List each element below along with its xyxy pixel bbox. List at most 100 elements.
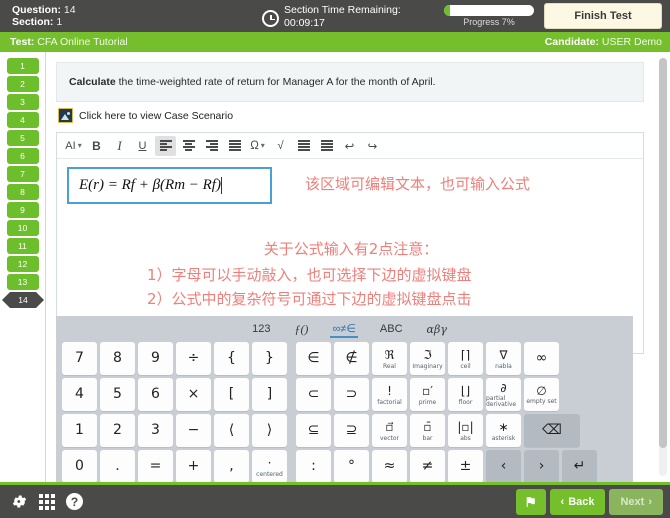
align-justify-button[interactable] bbox=[224, 136, 245, 156]
key-ceil[interactable]: ⌈⌉ ceil bbox=[448, 342, 483, 375]
key-angle-open[interactable]: ⟨ bbox=[214, 414, 249, 447]
key-subset[interactable]: ⊂ bbox=[296, 378, 331, 411]
tab-greek[interactable]: αβγ bbox=[425, 322, 449, 337]
finish-test-button[interactable]: Finish Test bbox=[544, 3, 662, 29]
sidebar-item-question-14[interactable]: 14 bbox=[2, 292, 44, 308]
key-partial-derivative[interactable]: ∂ partial derivative bbox=[486, 378, 521, 411]
key-9[interactable]: 9 bbox=[138, 342, 173, 375]
key-equals[interactable]: = bbox=[138, 450, 173, 482]
sidebar-item-question-7[interactable]: 7 bbox=[6, 166, 39, 182]
key-centered-dot[interactable]: · centered bbox=[252, 450, 287, 482]
key-prime[interactable]: ▫′ prime bbox=[410, 378, 445, 411]
key-bracket-open[interactable]: [ bbox=[214, 378, 249, 411]
key-brace-open[interactable]: { bbox=[214, 342, 249, 375]
sidebar-item-question-11[interactable]: 11 bbox=[6, 238, 39, 254]
key-comma[interactable]: , bbox=[214, 450, 249, 482]
key-backspace[interactable]: ⌫ bbox=[524, 414, 580, 447]
key-left-arrow[interactable]: ‹ bbox=[486, 450, 521, 482]
sidebar-item-question-9[interactable]: 9 bbox=[6, 202, 39, 218]
key-approx[interactable]: ≈ bbox=[372, 450, 407, 482]
gear-icon[interactable] bbox=[11, 493, 28, 510]
key-plus-minus[interactable]: ± bbox=[448, 450, 483, 482]
key-not-element-of[interactable]: ∉ bbox=[334, 342, 369, 375]
sidebar-item-question-12[interactable]: 12 bbox=[6, 256, 39, 272]
key-bar[interactable]: ▫̄ bar bbox=[410, 414, 445, 447]
key-6[interactable]: 6 bbox=[138, 378, 173, 411]
content-scrollbar[interactable] bbox=[659, 58, 667, 476]
key-5[interactable]: 5 bbox=[100, 378, 135, 411]
back-button[interactable]: ‹ Back bbox=[549, 488, 606, 515]
redo-button[interactable]: ↪ bbox=[362, 136, 383, 156]
key-8[interactable]: 8 bbox=[100, 342, 135, 375]
key-subset-equal[interactable]: ⊆ bbox=[296, 414, 331, 447]
align-center-button[interactable] bbox=[178, 136, 199, 156]
key-glyph: ▫⃗ bbox=[385, 419, 394, 434]
ai-menu[interactable]: AI ▾ bbox=[63, 136, 84, 156]
formula-input[interactable]: E(r) = Rf + β(Rm − Rf) bbox=[67, 167, 272, 204]
tab-functions[interactable]: ƒ() bbox=[292, 321, 310, 338]
key-superset[interactable]: ⊃ bbox=[334, 378, 369, 411]
sidebar-item-question-8[interactable]: 8 bbox=[6, 184, 39, 200]
bold-button[interactable]: B bbox=[86, 136, 107, 156]
key-2[interactable]: 2 bbox=[100, 414, 135, 447]
key-0[interactable]: 0 bbox=[62, 450, 97, 482]
key-angle-close[interactable]: ⟩ bbox=[252, 414, 287, 447]
key-infinity[interactable]: ∞ bbox=[524, 342, 559, 375]
key-enter[interactable]: ↵ bbox=[562, 450, 597, 482]
key-4[interactable]: 4 bbox=[62, 378, 97, 411]
scrollbar-thumb[interactable] bbox=[659, 58, 667, 448]
undo-button[interactable]: ↩ bbox=[339, 136, 360, 156]
key-superset-equal[interactable]: ⊇ bbox=[334, 414, 369, 447]
key-element-of[interactable]: ∈ bbox=[296, 342, 331, 375]
flag-button[interactable] bbox=[515, 488, 546, 515]
key-glyph: ± bbox=[459, 458, 472, 474]
key-asterisk[interactable]: ∗ asterisk bbox=[486, 414, 521, 447]
tab-numbers[interactable]: 123 bbox=[250, 322, 272, 336]
next-button[interactable]: Next › bbox=[609, 488, 663, 515]
symbol-menu[interactable]: Ω ▾ bbox=[247, 136, 268, 156]
sidebar-item-question-6[interactable]: 6 bbox=[6, 148, 39, 164]
sidebar-item-question-5[interactable]: 5 bbox=[6, 130, 39, 146]
key-period[interactable]: . bbox=[100, 450, 135, 482]
sidebar-item-question-10[interactable]: 10 bbox=[6, 220, 39, 236]
sidebar-item-question-13[interactable]: 13 bbox=[6, 274, 39, 290]
italic-button[interactable]: I bbox=[109, 136, 130, 156]
sidebar-item-question-3[interactable]: 3 bbox=[6, 94, 39, 110]
sidebar-item-question-1[interactable]: 1 bbox=[6, 58, 39, 74]
key-colon[interactable]: : bbox=[296, 450, 331, 482]
sidebar-item-question-4[interactable]: 4 bbox=[6, 112, 39, 128]
case-scenario-link[interactable]: Click here to view Case Scenario bbox=[58, 108, 233, 123]
grid-icon[interactable] bbox=[39, 493, 55, 510]
underline-button[interactable]: U bbox=[132, 136, 153, 156]
sqrt-button[interactable]: √ bbox=[270, 136, 291, 156]
key-3[interactable]: 3 bbox=[138, 414, 173, 447]
candidate-value: USER Demo bbox=[601, 36, 662, 48]
key-plus[interactable]: + bbox=[176, 450, 211, 482]
key-real[interactable]: ℜ Real bbox=[372, 342, 407, 375]
key-multiply[interactable]: × bbox=[176, 378, 211, 411]
indent-button[interactable] bbox=[293, 136, 314, 156]
key-right-arrow[interactable]: › bbox=[524, 450, 559, 482]
key-1[interactable]: 1 bbox=[62, 414, 97, 447]
outdent-button[interactable] bbox=[316, 136, 337, 156]
key-vector[interactable]: ▫⃗ vector bbox=[372, 414, 407, 447]
key-brace-close[interactable]: } bbox=[252, 342, 287, 375]
key-imaginary[interactable]: ℑ Imaginary bbox=[410, 342, 445, 375]
help-icon[interactable]: ? bbox=[66, 493, 83, 510]
key-divide[interactable]: ÷ bbox=[176, 342, 211, 375]
key-nabla[interactable]: ∇ nabla bbox=[486, 342, 521, 375]
key-abs[interactable]: |▫| abs bbox=[448, 414, 483, 447]
key-bracket-close[interactable]: ] bbox=[252, 378, 287, 411]
key-minus[interactable]: − bbox=[176, 414, 211, 447]
key-floor[interactable]: ⌊⌋ floor bbox=[448, 378, 483, 411]
key-7[interactable]: 7 bbox=[62, 342, 97, 375]
key-empty-set[interactable]: ∅ empty set bbox=[524, 378, 559, 411]
sidebar-item-question-2[interactable]: 2 bbox=[6, 76, 39, 92]
align-left-button[interactable] bbox=[155, 135, 176, 156]
key-not-equal[interactable]: ≠ bbox=[410, 450, 445, 482]
key-degree[interactable]: ° bbox=[334, 450, 369, 482]
align-right-button[interactable] bbox=[201, 136, 222, 156]
tab-symbols[interactable]: ∞≠∈ bbox=[330, 321, 358, 338]
key-factorial[interactable]: ! factorial bbox=[372, 378, 407, 411]
tab-abc[interactable]: ABC bbox=[378, 322, 405, 336]
